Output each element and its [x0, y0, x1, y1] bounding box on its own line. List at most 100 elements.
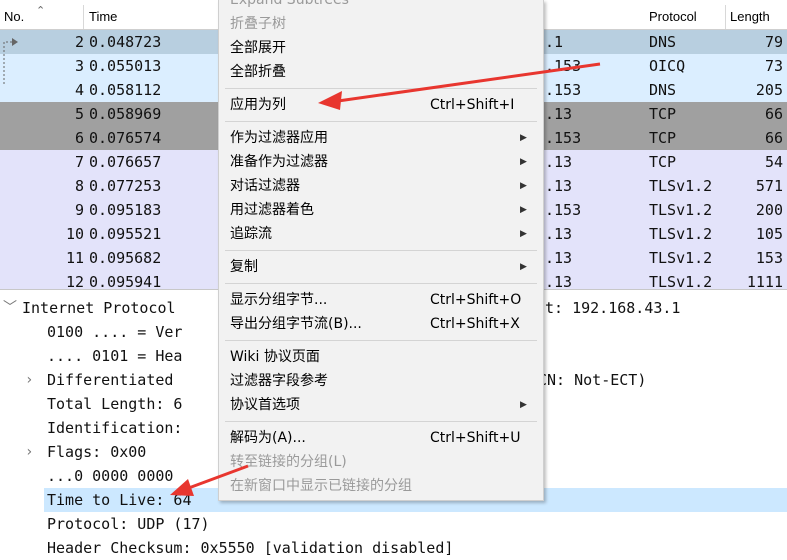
menu-item-label: 导出分组字节流(B)... [230, 316, 362, 332]
cell-dst: .13 [545, 153, 573, 171]
cell-no: 12 [65, 273, 84, 289]
cell-proto: OICQ [649, 57, 686, 75]
cell-time: 0.076574 [89, 129, 162, 147]
menu-item-label: 用过滤器着色 [230, 202, 314, 218]
tree-item-label: Protocol: UDP (17) [47, 515, 210, 533]
menu-separator [225, 121, 537, 122]
menu-item[interactable]: 显示分组字节... Ctrl+Shift+O [219, 288, 543, 312]
menu-item-shortcut: Ctrl+Shift+I [430, 97, 515, 113]
cell-time: 0.095183 [89, 201, 162, 219]
cell-time: 0.095521 [89, 225, 162, 243]
cell-len: 571 [755, 177, 783, 195]
cell-no: 11 [65, 249, 84, 267]
menu-item[interactable]: 对话过滤器 ▶ [219, 174, 543, 198]
cell-time: 0.048723 [89, 33, 162, 51]
cell-len: 200 [755, 201, 783, 219]
cell-time: 0.058112 [89, 81, 162, 99]
cell-no: 8 [74, 177, 84, 195]
menu-item[interactable]: 解码为(A)... Ctrl+Shift+U [219, 426, 543, 450]
menu-item-label: 追踪流 [230, 226, 272, 242]
menu-item[interactable]: 过滤器字段参考 [219, 369, 543, 393]
column-header-protocol[interactable]: Protocol [645, 5, 726, 29]
cell-proto: TCP [649, 105, 677, 123]
tree-item-label: .... 0101 = Hea [47, 347, 183, 365]
tree-item-label: Time to Live: 64 [47, 491, 192, 509]
expand-chevron-icon[interactable]: › [25, 368, 33, 392]
related-packet-bracket-icon [3, 38, 18, 86]
tree-item-label: Differentiated [47, 371, 174, 389]
cell-len: 1111 [746, 273, 783, 289]
column-header-time[interactable]: Time [85, 5, 225, 29]
menu-item-shortcut: Ctrl+Shift+O [430, 292, 522, 308]
menu-item-label: 全部展开 [230, 40, 286, 56]
tree-item-label: ...0 0000 0000 [47, 467, 174, 485]
cell-proto: TCP [649, 129, 677, 147]
column-header-no[interactable]: No. ⌃ [0, 5, 84, 29]
tree-item[interactable]: Header Checksum: 0x5550 [validation disa… [0, 536, 787, 560]
cell-len: 73 [764, 57, 783, 75]
menu-item[interactable]: 准备作为过滤器 ▶ [219, 150, 543, 174]
cell-dst: .153 [545, 129, 582, 147]
context-menu[interactable]: Expand Subtrees 折叠子树全部展开全部折叠应用为列 Ctrl+Shif… [218, 0, 544, 501]
menu-item-label: Wiki 协议页面 [230, 349, 320, 365]
menu-item-shortcut: Ctrl+Shift+X [430, 316, 520, 332]
cell-dst: .1 [545, 33, 564, 51]
menu-separator [225, 88, 537, 89]
menu-item-label: 折叠子树 [230, 16, 286, 32]
collapse-chevron-icon[interactable]: ﹀ [3, 296, 17, 320]
tree-item-label: Flags: 0x00 [47, 443, 147, 461]
cell-no: 10 [65, 225, 84, 243]
submenu-arrow-icon: ▶ [520, 133, 527, 143]
menu-item-label: 应用为列 [230, 97, 286, 113]
menu-item-label: 准备作为过滤器 [230, 154, 328, 170]
menu-item-label: 转至链接的分组(L) [230, 454, 347, 470]
menu-item[interactable]: 复制 ▶ [219, 255, 543, 279]
expand-chevron-icon[interactable]: › [25, 440, 33, 464]
tree-item[interactable]: Protocol: UDP (17) [0, 512, 787, 536]
tree-item-label: Internet Protocol [22, 299, 176, 317]
tree-item-label: Total Length: 6 [47, 395, 183, 413]
cell-proto: DNS [649, 33, 677, 51]
menu-item[interactable]: 导出分组字节流(B)... Ctrl+Shift+X [219, 312, 543, 336]
menu-item[interactable]: 全部展开 [219, 36, 543, 60]
menu-item[interactable]: 追踪流 ▶ [219, 222, 543, 246]
menu-item[interactable]: 折叠子树 [219, 12, 543, 36]
cell-dst: .13 [545, 225, 573, 243]
cell-len: 66 [764, 105, 783, 123]
menu-item[interactable]: 应用为列 Ctrl+Shift+I [219, 93, 543, 117]
menu-item[interactable]: 协议首选项 ▶ [219, 393, 543, 417]
tree-item-label-tail: CN: Not-ECT) [538, 371, 647, 389]
cell-dst: .153 [545, 201, 582, 219]
submenu-arrow-icon: ▶ [520, 157, 527, 167]
menu-item[interactable]: 在新窗口中显示已链接的分组 [219, 474, 543, 498]
menu-item-label: 对话过滤器 [230, 178, 300, 194]
menu-separator [225, 283, 537, 284]
submenu-arrow-icon: ▶ [520, 181, 527, 191]
cell-dst: .13 [545, 273, 573, 289]
menu-item[interactable]: 用过滤器着色 ▶ [219, 198, 543, 222]
submenu-arrow-icon: ▶ [520, 400, 527, 410]
submenu-arrow-icon: ▶ [520, 229, 527, 239]
menu-item[interactable]: Expand Subtrees [219, 0, 543, 12]
menu-separator [225, 421, 537, 422]
column-header-length[interactable]: Length [726, 5, 787, 29]
cell-no: 9 [74, 201, 84, 219]
cell-time: 0.055013 [89, 57, 162, 75]
menu-item[interactable]: 转至链接的分组(L) [219, 450, 543, 474]
tree-item-label: Header Checksum: 0x5550 [validation disa… [47, 539, 454, 557]
menu-item-label: 作为过滤器应用 [230, 130, 328, 146]
menu-item-label: 全部折叠 [230, 64, 286, 80]
menu-item-label: 在新窗口中显示已链接的分组 [230, 478, 412, 494]
cell-dst: .13 [545, 105, 573, 123]
tree-item-label-tail: t: 192.168.43.1 [545, 299, 681, 317]
cell-len: 105 [755, 225, 783, 243]
menu-item-label: 解码为(A)... [230, 430, 306, 446]
menu-item[interactable]: Wiki 协议页面 [219, 345, 543, 369]
cell-dst: .13 [545, 249, 573, 267]
menu-item-shortcut: Ctrl+Shift+U [430, 430, 521, 446]
cell-time: 0.095682 [89, 249, 162, 267]
cell-time: 0.058969 [89, 105, 162, 123]
sort-caret-icon: ⌃ [36, 5, 46, 17]
menu-item[interactable]: 全部折叠 [219, 60, 543, 84]
menu-item[interactable]: 作为过滤器应用 ▶ [219, 126, 543, 150]
